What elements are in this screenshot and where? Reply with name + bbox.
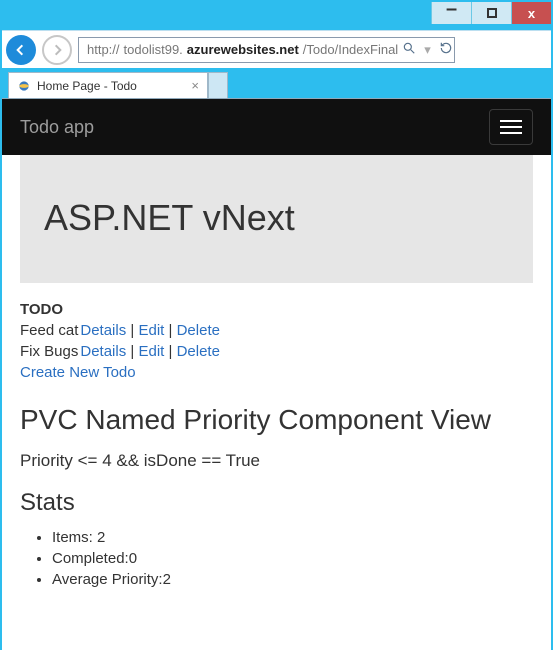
tab-title: Home Page - Todo xyxy=(37,79,137,93)
app-brand[interactable]: Todo app xyxy=(20,117,94,138)
edit-link[interactable]: Edit xyxy=(138,343,164,360)
jumbotron: ASP.NET vNext xyxy=(20,155,533,283)
delete-link[interactable]: Delete xyxy=(177,322,220,339)
url-bar-controls: ▾ xyxy=(402,41,453,58)
link-separator: | xyxy=(169,322,177,339)
stats-list: Items: 2 Completed:0 Average Priority:2 xyxy=(52,529,533,588)
stats-avg: Average Priority:2 xyxy=(52,571,533,588)
browser-tab[interactable]: Home Page - Todo × xyxy=(8,72,208,98)
browser-window: – x http:// todolist99. azurewebsites.net /… xyxy=(0,0,553,650)
details-link[interactable]: Details xyxy=(80,343,126,360)
settings-gear-icon[interactable] xyxy=(523,41,541,59)
todo-item-name: Feed cat xyxy=(20,322,78,339)
edit-link[interactable]: Edit xyxy=(138,322,164,339)
stats-items: Items: 2 xyxy=(52,529,533,546)
browser-nav-bar: http:// todolist99. azurewebsites.net/Todo… xyxy=(2,30,551,68)
refresh-icon[interactable] xyxy=(439,41,453,58)
stats-items-label: Items: xyxy=(52,529,97,546)
stats-completed-value: 0 xyxy=(129,550,137,567)
browser-toolbar-icons xyxy=(461,41,547,59)
main-content: TODO Feed catDetails | Edit | Delete Fix… xyxy=(2,301,551,612)
stats-avg-label: Average Priority: xyxy=(52,571,163,588)
todo-section-label: TODO xyxy=(20,301,533,318)
address-bar[interactable]: http:// todolist99. azurewebsites.net/Todo… xyxy=(78,37,455,63)
page-content: Todo app ASP.NET vNext TODO Feed catDeta… xyxy=(2,98,551,650)
window-titlebar: – x xyxy=(2,2,551,30)
stats-completed-label: Completed: xyxy=(52,550,129,567)
favorites-star-icon[interactable] xyxy=(495,41,513,59)
hamburger-bar-icon xyxy=(500,126,522,128)
forward-button[interactable] xyxy=(42,35,72,65)
app-header: Todo app xyxy=(2,99,551,155)
hamburger-bar-icon xyxy=(500,132,522,134)
menu-toggle-button[interactable] xyxy=(489,109,533,145)
url-text-host: azurewebsites.net xyxy=(187,42,299,57)
tab-strip: Home Page - Todo × xyxy=(2,68,551,98)
stats-heading: Stats xyxy=(20,489,533,517)
link-separator: | xyxy=(169,343,177,360)
back-button[interactable] xyxy=(6,35,36,65)
url-separator: ▾ xyxy=(424,42,431,58)
hamburger-bar-icon xyxy=(500,120,522,122)
details-link[interactable]: Details xyxy=(80,322,126,339)
minimize-button[interactable]: – xyxy=(431,2,471,24)
delete-link[interactable]: Delete xyxy=(177,343,220,360)
home-icon[interactable] xyxy=(467,41,485,59)
pvc-heading: PVC Named Priority Component View xyxy=(20,403,533,437)
stats-avg-value: 2 xyxy=(163,571,171,588)
stats-completed: Completed:0 xyxy=(52,550,533,567)
priority-expression: Priority <= 4 && isDone == True xyxy=(20,451,533,471)
page-favicon-icon xyxy=(17,79,31,93)
url-text-path: /Todo/IndexFinal xyxy=(303,42,398,57)
close-window-button[interactable]: x xyxy=(511,2,551,24)
tab-close-icon[interactable]: × xyxy=(185,78,199,93)
jumbotron-title: ASP.NET vNext xyxy=(44,197,509,239)
maximize-button[interactable] xyxy=(471,2,511,24)
todo-row: Feed catDetails | Edit | Delete xyxy=(20,322,533,339)
new-tab-stub[interactable] xyxy=(208,72,228,98)
todo-row: Fix BugsDetails | Edit | Delete xyxy=(20,343,533,360)
stats-items-value: 2 xyxy=(97,529,105,546)
search-icon[interactable] xyxy=(402,41,416,58)
url-text-prefix: http:// xyxy=(87,42,120,57)
todo-item-name: Fix Bugs xyxy=(20,343,78,360)
url-text-hostpre: todolist99. xyxy=(124,42,183,57)
create-new-todo-link[interactable]: Create New Todo xyxy=(20,364,533,381)
